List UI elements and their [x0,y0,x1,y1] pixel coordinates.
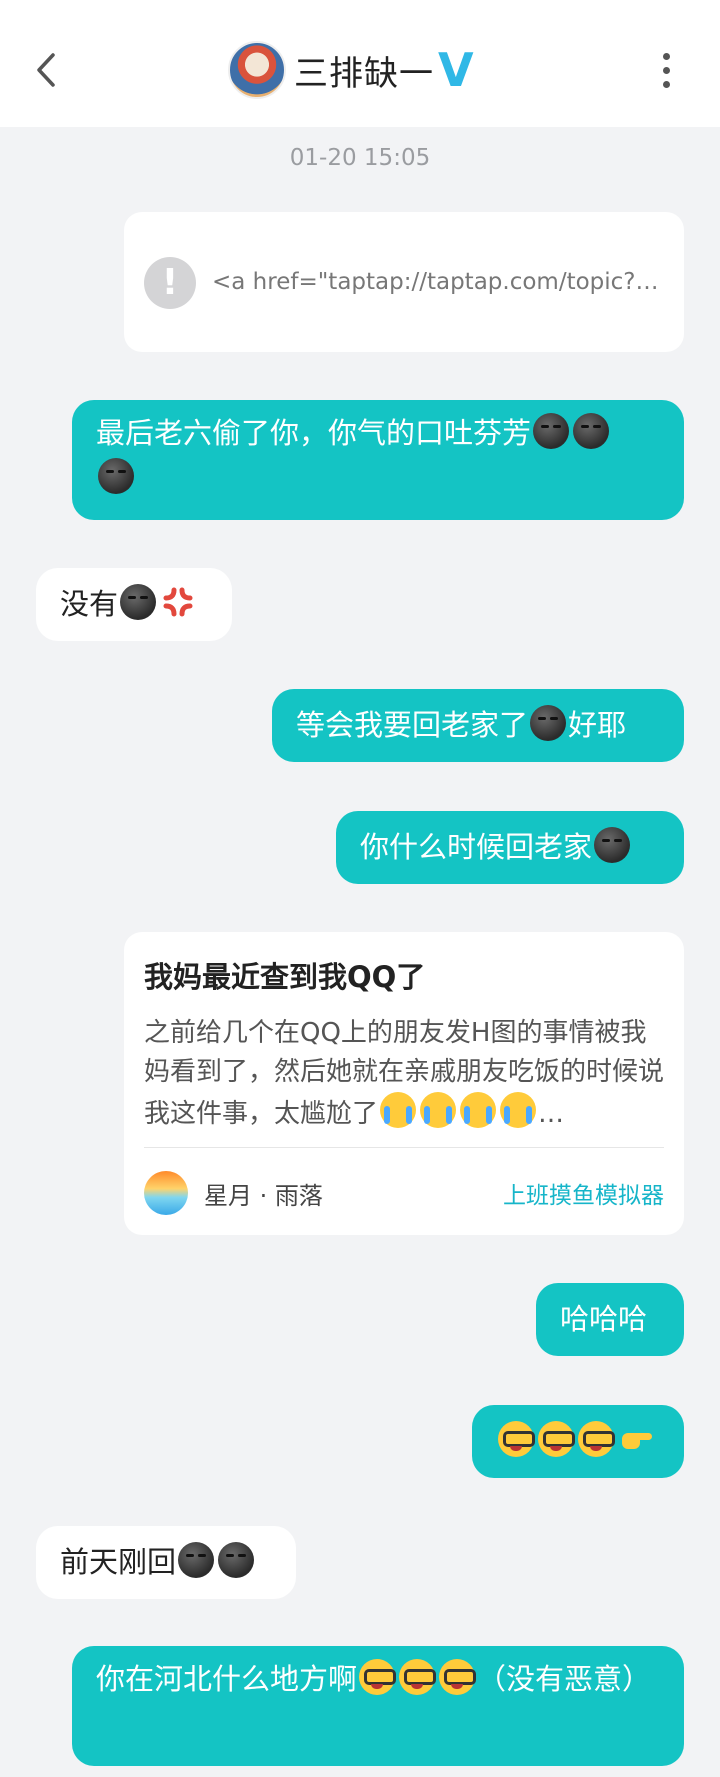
dot-icon [662,52,670,60]
post-author[interactable]: 星月 · 雨落 [204,1176,323,1211]
contact-avatar[interactable] [228,41,286,99]
message-bubble-outgoing[interactable]: 最后老六偷了你，你气的口吐芬芳 [72,400,684,520]
message-text: 没有 [60,587,119,621]
smirk-face-icon [530,705,567,741]
message-bubble-incoming[interactable]: 没有 [36,568,232,641]
message-text: 前天刚回 [60,1545,177,1579]
nerd-face-icon [538,1421,575,1457]
anger-symbol-icon [163,587,193,617]
message-bubble-outgoing[interactable]: 哈哈哈 [536,1283,684,1356]
post-excerpt: 之前给几个在QQ上的朋友发H图的事情被我妈看到了，然后她就在亲戚朋友吃饭的时候说… [144,1014,664,1131]
link-card-text: <a href="taptap://taptap.com/topic?t… [212,269,662,295]
link-card[interactable]: ! <a href="taptap://taptap.com/topic?t… [124,212,684,352]
message-bubble-outgoing[interactable]: 你什么时候回老家 [336,811,684,884]
nerd-face-icon [578,1421,615,1457]
contact-name: 三排缺一 [294,53,434,94]
message-text: 哈哈哈 [560,1302,648,1336]
nerd-face-icon [498,1421,535,1457]
smirk-face-icon [178,1542,215,1578]
smirk-face-icon [98,458,134,494]
crying-face-icon [380,1092,417,1128]
smirk-face-icon [573,413,610,449]
message-text: 你在河北什么地方啊 [96,1662,358,1696]
more-options-button[interactable] [646,46,686,94]
message-text: 最后老六偷了你，你气的口吐芬芳 [96,416,532,450]
post-excerpt-ellipsis: … [538,1099,565,1129]
divider [144,1147,664,1148]
message-bubble-outgoing[interactable]: 等会我要回老家了 好耶 [272,689,684,762]
post-game-link[interactable]: 上班摸鱼模拟器 [503,1176,664,1210]
nerd-face-icon [399,1659,437,1695]
pointing-hand-icon [622,1433,652,1449]
dot-icon [662,66,670,74]
crying-face-icon [420,1092,457,1128]
smirk-face-icon [120,584,157,620]
message-bubble-outgoing[interactable] [472,1405,684,1478]
post-title: 我妈最近查到我QQ了 [144,960,426,994]
nerd-face-icon [359,1659,397,1695]
chevron-left-icon [37,53,55,87]
verified-badge-icon: V [438,43,474,97]
dot-icon [662,80,670,88]
message-text-suffix: （没有恶意） [477,1662,652,1696]
nerd-face-icon [439,1659,477,1695]
crying-face-icon [460,1092,497,1128]
message-text: 等会我要回老家了 [296,708,529,742]
chat-header: 三排缺一 V [0,0,720,127]
smirk-face-icon [533,413,570,449]
author-avatar[interactable] [144,1171,188,1215]
message-bubble-outgoing[interactable]: 你在河北什么地方啊 （没有恶意） [72,1646,684,1766]
smirk-face-icon [594,827,631,863]
crying-face-icon [500,1092,537,1128]
message-bubble-incoming[interactable]: 前天刚回 [36,1526,296,1599]
warning-icon: ! [144,257,196,309]
chat-title[interactable]: 三排缺一 V [228,40,474,100]
message-text-suffix: 好耶 [568,708,627,742]
back-button[interactable] [26,44,66,96]
shared-post-card[interactable]: 我妈最近查到我QQ了 之前给几个在QQ上的朋友发H图的事情被我妈看到了，然后她就… [124,932,684,1235]
message-text: 你什么时候回老家 [360,830,593,864]
message-timestamp: 01-20 15:05 [289,145,431,171]
smirk-face-icon [218,1542,255,1578]
